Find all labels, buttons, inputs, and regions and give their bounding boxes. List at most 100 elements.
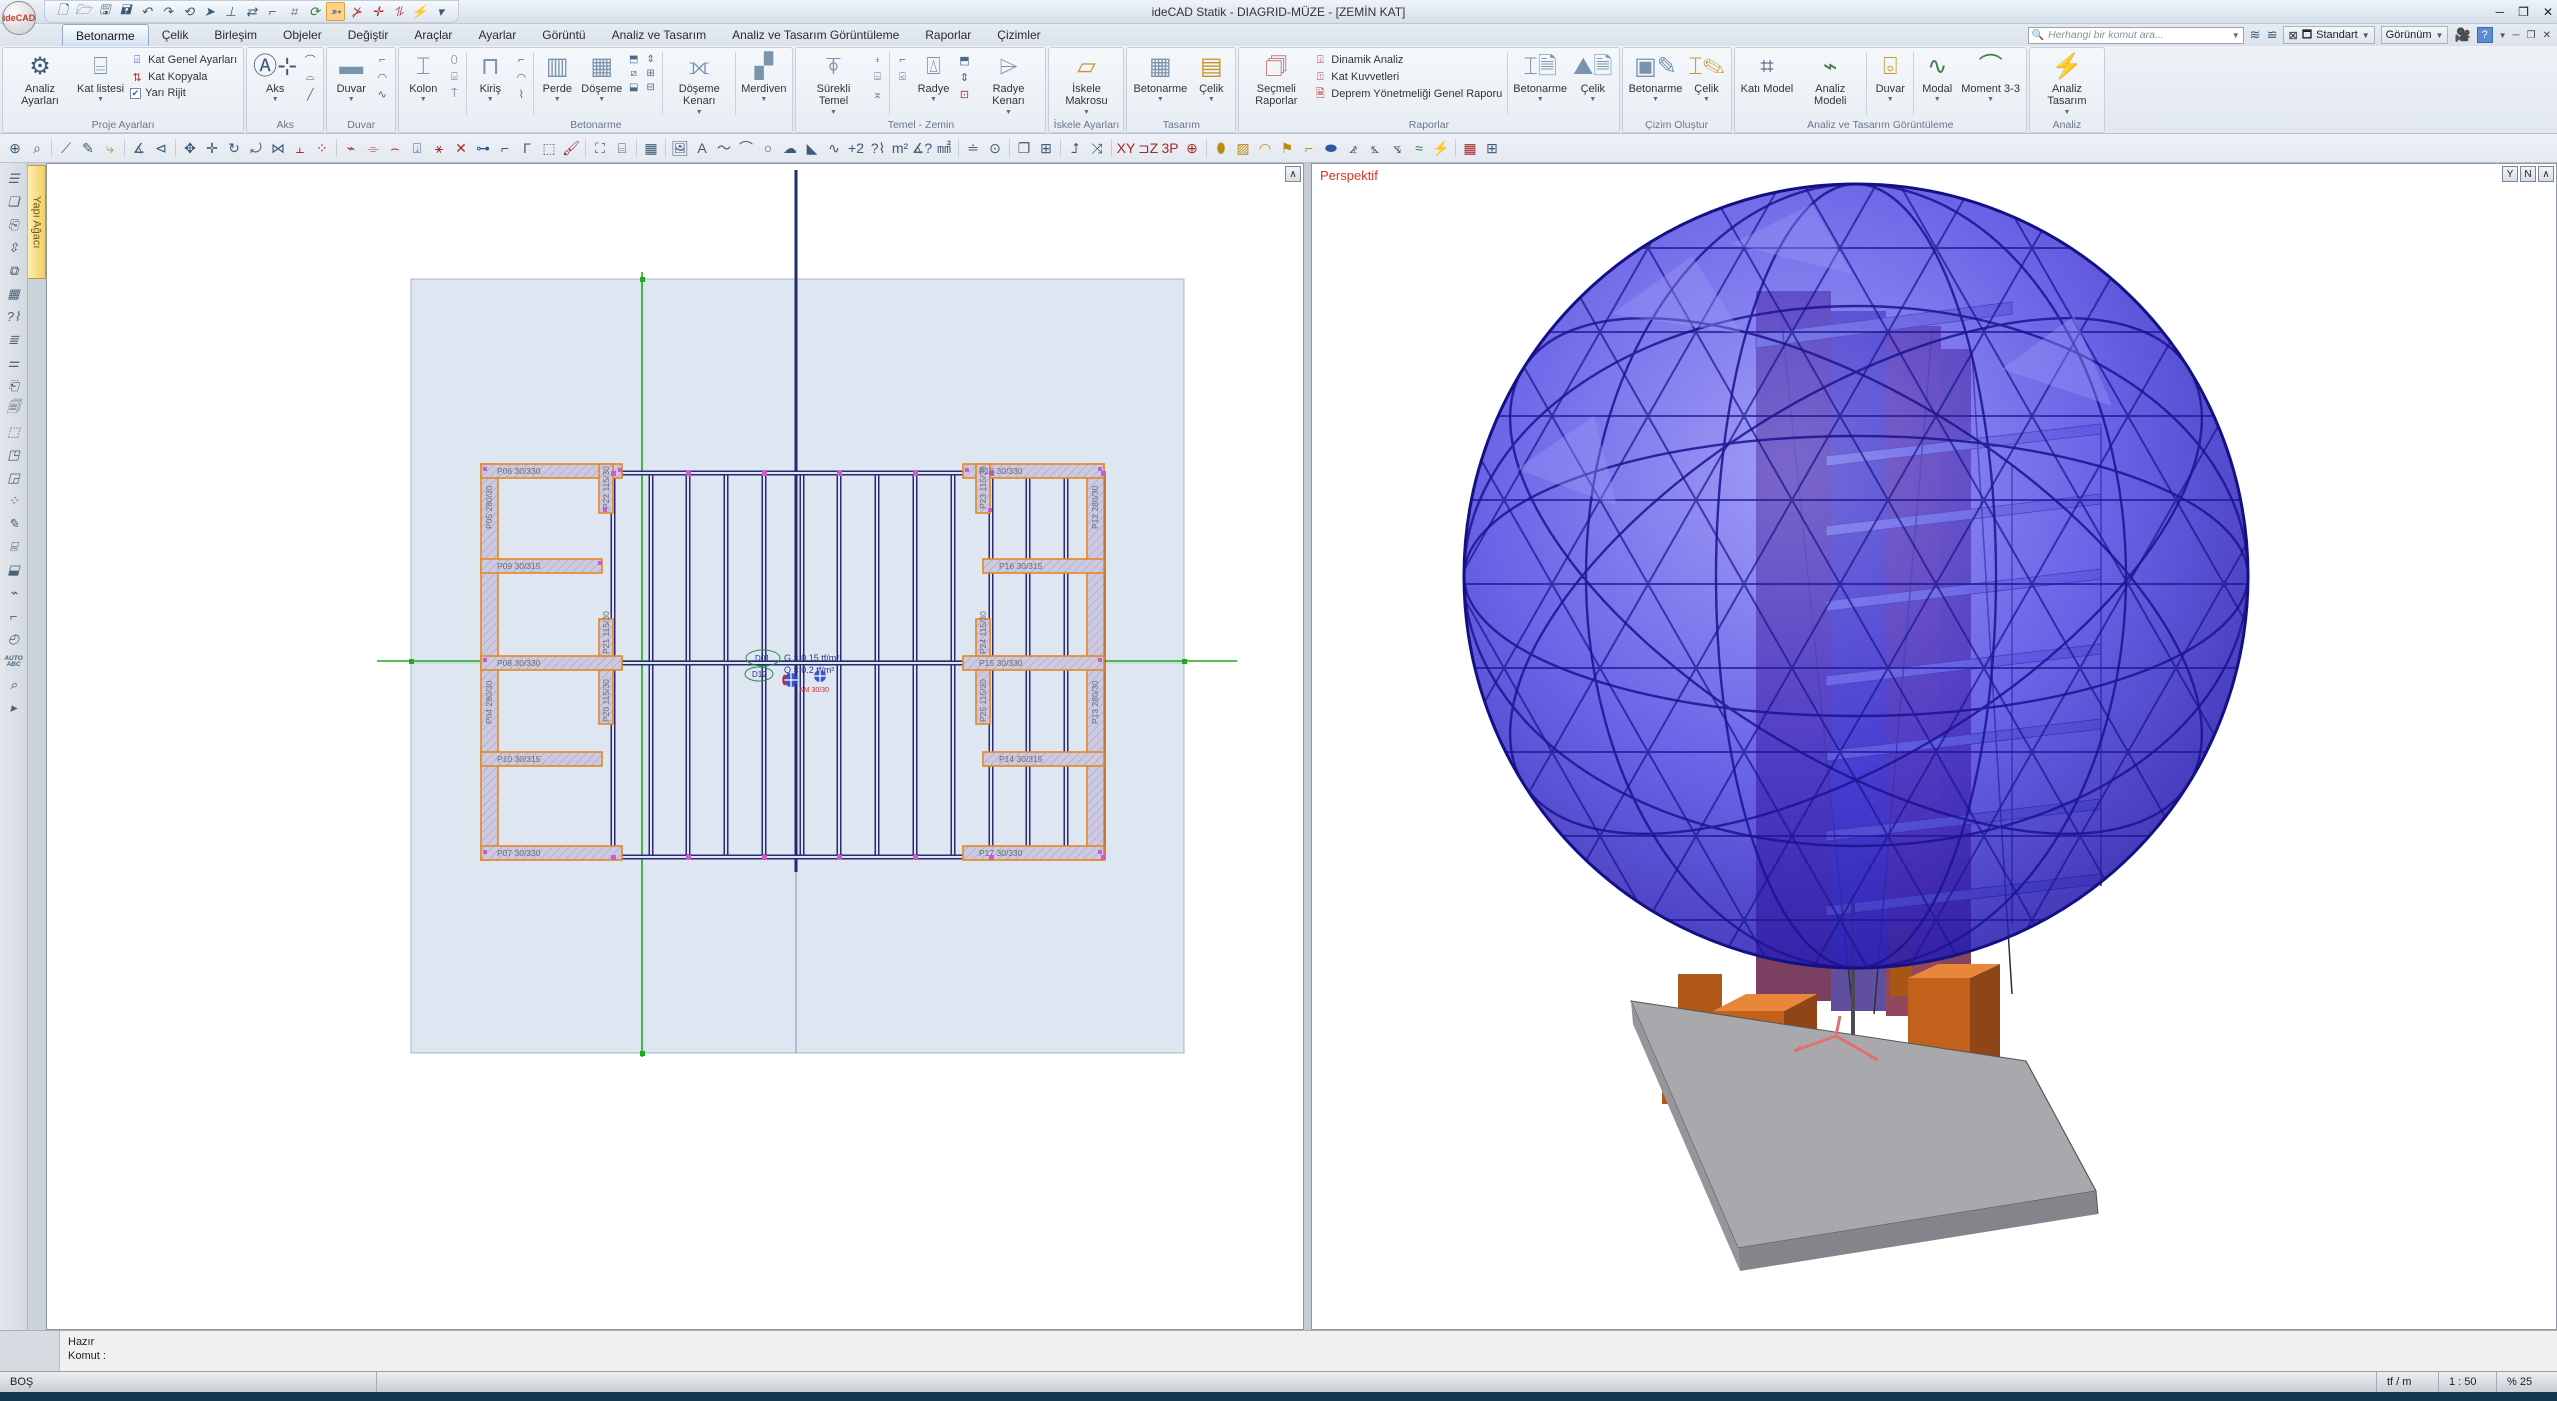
pane-collapse-button[interactable]: ∧ bbox=[1285, 166, 1301, 182]
kat-genel-ayarlari-button[interactable]: ⌹Kat Genel Ayarları bbox=[128, 52, 239, 68]
snap-parallel-icon[interactable]: ⇄ bbox=[242, 2, 261, 21]
graph-moment-icon[interactable]: ⦨ bbox=[1342, 137, 1364, 159]
layer-stack-icon[interactable]: ≌ bbox=[2267, 27, 2278, 43]
tab-birlesim[interactable]: Birleşim bbox=[201, 24, 270, 46]
circular-column-button[interactable]: ⬯ bbox=[445, 52, 463, 68]
section-view-icon[interactable]: ⌸ bbox=[3, 537, 24, 557]
move-copy-icon[interactable]: ✛ bbox=[201, 137, 223, 159]
select-rect-icon[interactable]: ⬚ bbox=[538, 137, 560, 159]
separator[interactable] bbox=[48, 137, 55, 159]
revert-view-icon[interactable]: ⟲ bbox=[179, 2, 198, 21]
separator[interactable] bbox=[582, 137, 589, 159]
polygon-column-button[interactable]: ⌻ bbox=[445, 69, 463, 85]
node-points-icon[interactable]: ⁘ bbox=[3, 491, 24, 511]
snap-grid-icon[interactable]: ⌗ bbox=[284, 2, 303, 21]
polar-icon[interactable]: ⊕ bbox=[1181, 137, 1203, 159]
cizim-betonarme-button[interactable]: ▣✎ Betonarme▼ bbox=[1627, 50, 1685, 105]
units-cell[interactable]: tf / m bbox=[2377, 1372, 2439, 1392]
perspective-canvas[interactable] bbox=[1312, 164, 2556, 1329]
offset-icon[interactable]: +2 bbox=[845, 137, 867, 159]
pile-button[interactable]: ⌸ bbox=[868, 69, 886, 85]
coords-xy-icon[interactable]: XY bbox=[1115, 137, 1137, 159]
angle-measure-icon[interactable]: ⊲ bbox=[150, 137, 172, 159]
undo-icon[interactable]: ↶ bbox=[137, 2, 156, 21]
tab-celik[interactable]: Çelik bbox=[149, 24, 202, 46]
radye-kenari-button[interactable]: ⌲ Radye Kenarı▼ bbox=[975, 50, 1041, 117]
trim-icon[interactable]: ⌁ bbox=[340, 137, 362, 159]
slab-tool-icon[interactable]: ⬓ bbox=[3, 560, 24, 580]
text-icon[interactable]: A bbox=[691, 137, 713, 159]
slab-tool-6-icon[interactable]: ⊟ bbox=[643, 81, 658, 94]
tab-betonarme[interactable]: Betonarme bbox=[62, 24, 149, 46]
pane-splitter[interactable] bbox=[1304, 163, 1311, 1330]
mirror-icon[interactable]: ⋈ bbox=[267, 137, 289, 159]
kati-model-button[interactable]: ⌗ Katı Model bbox=[1739, 50, 1796, 96]
units-icon[interactable]: ㎟ bbox=[933, 137, 955, 159]
snap-midpoint-icon[interactable]: ⊁ bbox=[347, 2, 366, 21]
mdi-minimize-button[interactable]: ─ bbox=[2513, 30, 2520, 41]
slab-tool-5-icon[interactable]: ⬓ bbox=[626, 81, 641, 94]
paste-icon[interactable]: 🗐 bbox=[3, 399, 24, 419]
save-icon[interactable]: 🖫 bbox=[95, 2, 114, 21]
cloud-icon[interactable]: ☁ bbox=[779, 137, 801, 159]
snap-node-icon[interactable]: ➳ bbox=[326, 2, 345, 21]
analiz-modeli-button[interactable]: ⌁ Analiz Modeli bbox=[1797, 50, 1863, 109]
tab-cizimler[interactable]: Çizimler bbox=[984, 24, 1053, 46]
visibility-icon[interactable]: ⊙ bbox=[984, 137, 1006, 159]
magic-select-icon[interactable]: 🖌 bbox=[560, 137, 582, 159]
wall-corner-icon[interactable]: ⌐ bbox=[3, 606, 24, 626]
level-icon[interactable]: ≐ bbox=[962, 137, 984, 159]
analiz-tasarim-button[interactable]: ⚡ Analiz Tasarım▼ bbox=[2034, 50, 2100, 117]
open-file-icon[interactable]: 🗁 bbox=[74, 2, 93, 21]
object-colors-icon[interactable]: ◴ bbox=[3, 629, 24, 649]
perspective-view-pane[interactable]: Perspektif Y N ∧ bbox=[1311, 163, 2557, 1330]
yapi-agaci-tab[interactable]: Yapı Ağacı bbox=[28, 165, 46, 279]
kiris-button[interactable]: ⊓ Kiriş▼ bbox=[470, 50, 510, 105]
mdi-restore-button[interactable]: ❐ bbox=[2527, 30, 2536, 41]
close-button[interactable]: ✕ bbox=[2543, 5, 2553, 19]
graph-z-icon[interactable]: ⦪ bbox=[1386, 137, 1408, 159]
trim-tool-icon[interactable]: ⌁ bbox=[3, 583, 24, 603]
plan-view-pane[interactable]: ∧ bbox=[46, 163, 1304, 1330]
plan-canvas[interactable]: P06 30/330 P09 30/315 P08 30/330 P10 30/… bbox=[47, 164, 1303, 1329]
secmeli-raporlar-button[interactable]: 🗇 Seçmeli Raporlar bbox=[1243, 50, 1309, 109]
zoom-dynamic-icon[interactable]: ⊕ bbox=[4, 137, 26, 159]
coords-z-icon[interactable]: ⊐Z bbox=[1137, 137, 1159, 159]
radye-button[interactable]: ⍍ Radye▼ bbox=[913, 50, 953, 105]
gorunum-combo[interactable]: Görünüm ▼ bbox=[2381, 26, 2449, 44]
duvar-button[interactable]: ▬ Duvar▼ bbox=[331, 50, 371, 105]
area-icon[interactable]: m² bbox=[889, 137, 911, 159]
spline-icon[interactable]: ∿ bbox=[823, 137, 845, 159]
pick-group-icon[interactable]: ⧉ bbox=[3, 261, 24, 281]
analysis-bolt-icon[interactable]: ⚡ bbox=[1430, 137, 1452, 159]
report-view-icon[interactable]: ≣ bbox=[3, 330, 24, 350]
properties-icon[interactable]: ☰ bbox=[3, 169, 24, 189]
stairs-render-icon[interactable]: ▨ bbox=[1232, 137, 1254, 159]
raft-tool-3-button[interactable]: ⊡ bbox=[955, 86, 973, 102]
tab-goruntu[interactable]: Görüntü bbox=[529, 24, 598, 46]
slab-tool-1-icon[interactable]: ⬒ bbox=[626, 53, 641, 66]
kat-kuvvetleri-button[interactable]: ⍐Kat Kuvvetleri bbox=[1311, 69, 1504, 85]
modal-button[interactable]: ∿ Modal▼ bbox=[1917, 50, 1957, 105]
perde-button[interactable]: ▥ Perde▼ bbox=[537, 50, 577, 105]
kat-kopyala-button[interactable]: ⇅Kat Kopyala bbox=[128, 69, 239, 85]
scale-cell[interactable]: 1 : 50 bbox=[2439, 1372, 2497, 1392]
move-label-icon[interactable]: ⤷ bbox=[99, 137, 121, 159]
join-icon[interactable]: ⊶ bbox=[472, 137, 494, 159]
deprem-raporu-button[interactable]: 🗎Deprem Yönetmeliği Genel Raporu bbox=[1311, 86, 1504, 102]
storey-copy-icon[interactable]: ⚌ bbox=[3, 353, 24, 373]
play-icon[interactable]: ▸ bbox=[3, 698, 24, 718]
single-footing-button[interactable]: ⍖ bbox=[868, 52, 886, 68]
minimize-button[interactable]: ─ bbox=[2496, 5, 2505, 19]
arc-axis-2-button[interactable]: ⌓ bbox=[301, 69, 319, 85]
slab-tool-4-icon[interactable]: ⊞ bbox=[643, 67, 658, 80]
pin-icon[interactable]: ⚑ bbox=[1276, 137, 1298, 159]
separator[interactable] bbox=[1108, 137, 1115, 159]
separator[interactable] bbox=[333, 137, 340, 159]
surekli-temel-button[interactable]: ⍕ Sürekli Temel▼ bbox=[800, 50, 866, 117]
viewport-icon[interactable]: ❐ bbox=[1013, 137, 1035, 159]
table-select-icon[interactable]: ▦ bbox=[3, 284, 24, 304]
polyline-icon[interactable]: 〜 bbox=[713, 137, 735, 159]
tasarim-betonarme-button[interactable]: ▦ Betonarme▼ bbox=[1131, 50, 1189, 105]
layer-list-icon[interactable]: ≋ bbox=[2250, 27, 2261, 43]
